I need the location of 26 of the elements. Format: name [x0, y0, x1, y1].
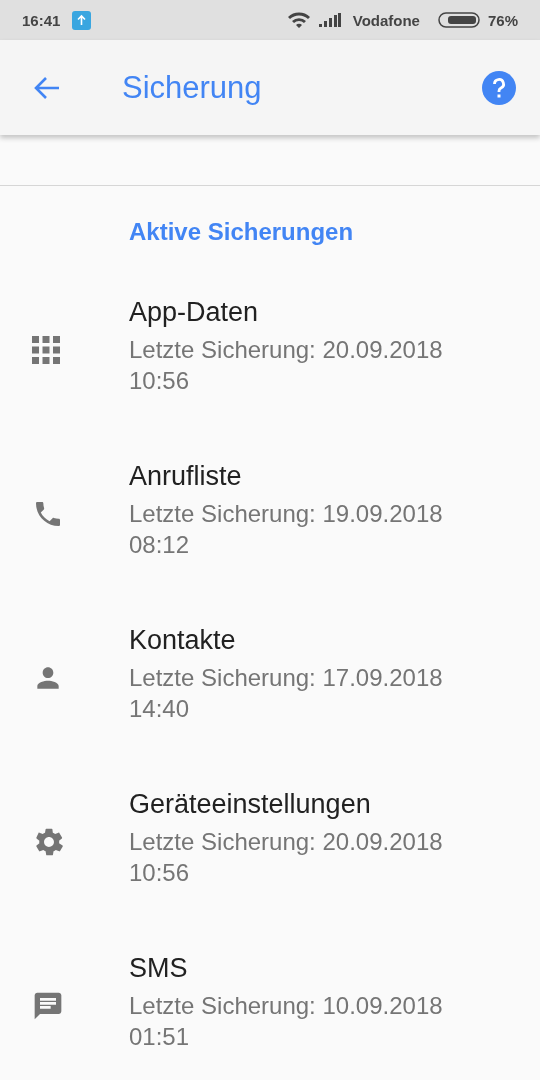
- item-subtitle: Letzte Sicherung: 20.09.2018 10:56: [129, 826, 444, 888]
- upload-notification-icon: [72, 10, 92, 30]
- item-title: App-Daten: [129, 296, 259, 328]
- item-subtitle: Letzte Sicherung: 20.09.2018 10:56: [129, 334, 444, 396]
- backup-item[interactable]: App-Daten Letzte Sicherung: 20.09.2018 10:56: [0, 268, 540, 432]
- backup-item[interactable]: Geräteeinstellungen Letzte Sicherung: 20.09.2018 10:56: [0, 760, 540, 924]
- item-title: Kontakte: [129, 624, 236, 656]
- carrier-name: Vodafone: [352, 11, 420, 29]
- screen-title: Sicherung: [122, 69, 262, 106]
- section-header: Aktive Sicherungen: [128, 217, 354, 246]
- status-time: 16:41: [22, 11, 61, 29]
- battery-icon: [437, 12, 480, 28]
- help-icon[interactable]: [482, 70, 516, 105]
- backup-item[interactable]: Kontakte Letzte Sicherung: 17.09.2018 14:40: [0, 596, 540, 760]
- signal-icon: [318, 13, 341, 27]
- grid-icon: [32, 336, 60, 364]
- battery-percentage: 76%: [487, 11, 518, 29]
- item-subtitle: Letzte Sicherung: 19.09.2018 08:12: [129, 498, 444, 560]
- item-title: SMS: [129, 952, 188, 984]
- item-subtitle: Letzte Sicherung: 10.09.2018 01:51: [129, 990, 444, 1052]
- item-subtitle: Letzte Sicherung: 17.09.2018 14:40: [129, 662, 444, 724]
- backup-item[interactable]: Anrufliste Letzte Sicherung: 19.09.2018 08:12: [0, 432, 540, 596]
- wifi-icon: [286, 11, 311, 29]
- item-title: Geräteeinstellungen: [129, 788, 371, 820]
- item-title: Anrufliste: [129, 460, 242, 492]
- backup-item[interactable]: SMS Letzte Sicherung: 10.09.2018 01:51: [0, 924, 540, 1080]
